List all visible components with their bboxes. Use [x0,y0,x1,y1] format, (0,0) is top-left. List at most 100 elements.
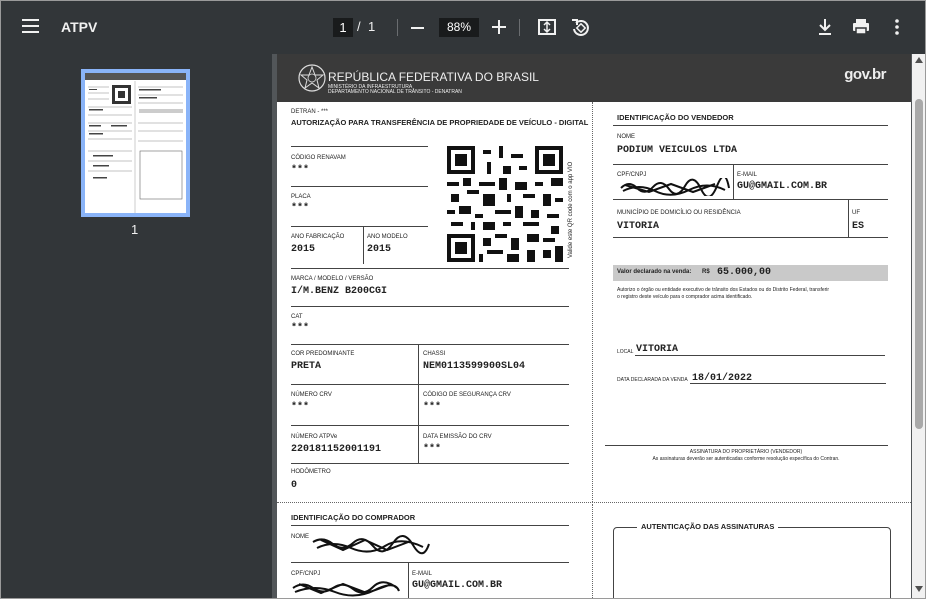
field-divider [418,344,419,384]
thumbnail-sidebar: 1 [1,54,272,598]
cor-label: COR PREDOMINANTE [291,351,355,357]
field-line [291,306,569,307]
ano-modelo-label: ANO MODELO [367,234,408,240]
scroll-up-icon[interactable] [915,57,923,63]
assinatura-line [605,445,888,446]
redaction-scribble [292,581,400,597]
uf-label: UF [852,210,860,216]
header-subtitle: MINISTÉRIO DA INFRAESTRUTURA DEPARTAMENT… [328,85,462,95]
field-divider [408,562,409,598]
field-divider [418,384,419,425]
chassi-value: NEM0113599900SL04 [423,361,526,372]
brazil-coat-of-arms-icon [298,64,326,92]
renavam-value: *** [291,165,310,176]
scroll-down-icon[interactable] [915,586,923,592]
qr-validation-note: Valide este QR code com o app VIO [568,161,574,258]
hodometro-value: 0 [291,480,298,491]
section-divider [277,502,911,503]
zoom-input[interactable]: 88% [439,18,479,37]
toolbar: ATPV 1 / 1 88% [1,1,925,54]
local-line [635,355,885,356]
field-line [291,146,428,147]
vendedor-title: IDENTIFICAÇÃO DO VENDEDOR [617,113,734,122]
thumbnail-page-number: 1 [131,222,139,237]
page-number-input[interactable]: 1 [333,18,353,37]
download-icon[interactable] [815,17,835,37]
emissao-crv-label: DATA EMISSÃO DO CRV [423,434,492,440]
field-line [291,344,569,345]
pdf-viewer-window: ATPV 1 / 1 88% 1 REPÚBLICA FEDERATIVA DO… [0,0,926,599]
redaction-scribble [620,178,730,196]
autorizo-text: Autorizo o órgão ou entidade executivo d… [617,287,829,301]
field-line [291,525,569,526]
placa-value: *** [291,203,310,214]
field-line [291,226,428,227]
assinatura-line-1: ASSINATURA DO PROPRIETÁRIO (VENDEDOR) [689,449,803,455]
document-viewer[interactable]: REPÚBLICA FEDERATIVA DO BRASIL MINISTÉRI… [272,54,925,598]
renavam-label: CÓDIGO RENAVAM [291,155,346,161]
data-venda-label: DATA DECLARADA DA VENDA [617,377,688,383]
toolbar-divider [519,19,520,36]
valor-currency: R$ [702,269,710,275]
comprador-cpf-label: CPF/CNPJ [291,571,321,577]
field-divider [363,226,364,264]
comprador-email-label: E-MAIL [412,571,433,577]
fit-page-icon[interactable] [537,17,557,37]
field-line [613,164,888,165]
toolbar-divider [397,19,398,36]
detran-label: DETRAN - *** [291,109,329,115]
data-line [690,383,886,384]
field-line [291,384,569,385]
field-line [613,199,888,200]
local-label: LOCAL [617,349,634,355]
form-title: AUTORIZAÇÃO PARA TRANSFERÊNCIA DE PROPRI… [291,118,589,127]
zoom-out-icon[interactable] [411,27,424,29]
more-options-icon[interactable] [887,17,907,37]
field-line [613,237,888,238]
document-header: REPÚBLICA FEDERATIVA DO BRASIL MINISTÉRI… [277,54,911,102]
valor-value: 65.000,00 [717,267,772,278]
chassi-label: CHASSI [423,351,446,357]
document-title: ATPV [61,19,98,35]
print-icon[interactable] [851,17,871,37]
column-divider [592,504,593,598]
local-value: VITORIA [636,344,679,355]
page-separator: / [357,19,361,34]
rotate-icon[interactable] [570,17,590,37]
menu-icon[interactable] [22,19,39,33]
zoom-in-icon[interactable] [492,20,506,34]
vertical-scrollbar[interactable] [912,54,925,598]
uf-value: ES [852,221,865,232]
marca-value: I/M.BENZ B200CGI [291,286,388,297]
field-divider [418,425,419,463]
field-line [291,268,569,269]
redaction-scribble [312,535,430,555]
crv-value: *** [291,402,310,413]
field-line [291,425,569,426]
seguranca-crv-value: *** [423,402,442,413]
cor-value: PRETA [291,361,322,372]
valor-label: Valor declarado na venda: [617,269,692,275]
field-divider [733,164,734,199]
ano-fabricacao-value: 2015 [291,244,316,255]
ano-modelo-value: 2015 [367,244,392,255]
hodometro-label: HODÔMETRO [291,469,331,475]
vendedor-nome-value: PODIUM VEICULOS LTDA [617,145,738,156]
atpve-value: 220181152001191 [291,444,382,455]
page-thumbnail[interactable] [81,69,190,217]
ano-fabricacao-label: ANO FABRICAÇÃO [291,234,345,240]
seguranca-crv-label: CÓDIGO DE SEGURANÇA CRV [423,392,511,398]
total-pages: 1 [368,19,376,34]
field-line [291,562,569,563]
emissao-crv-value: *** [423,444,442,455]
comprador-title: IDENTIFICAÇÃO DO COMPRADOR [291,513,416,522]
vendedor-nome-label: NOME [617,134,635,140]
cat-value: *** [291,323,310,334]
field-line [291,186,428,187]
cat-label: CAT [291,314,303,320]
scroll-thumb[interactable] [915,99,923,429]
placa-label: PLACA [291,194,311,200]
govbr-logo: gov.br [844,66,886,83]
column-divider [592,102,593,502]
field-line [291,463,569,464]
